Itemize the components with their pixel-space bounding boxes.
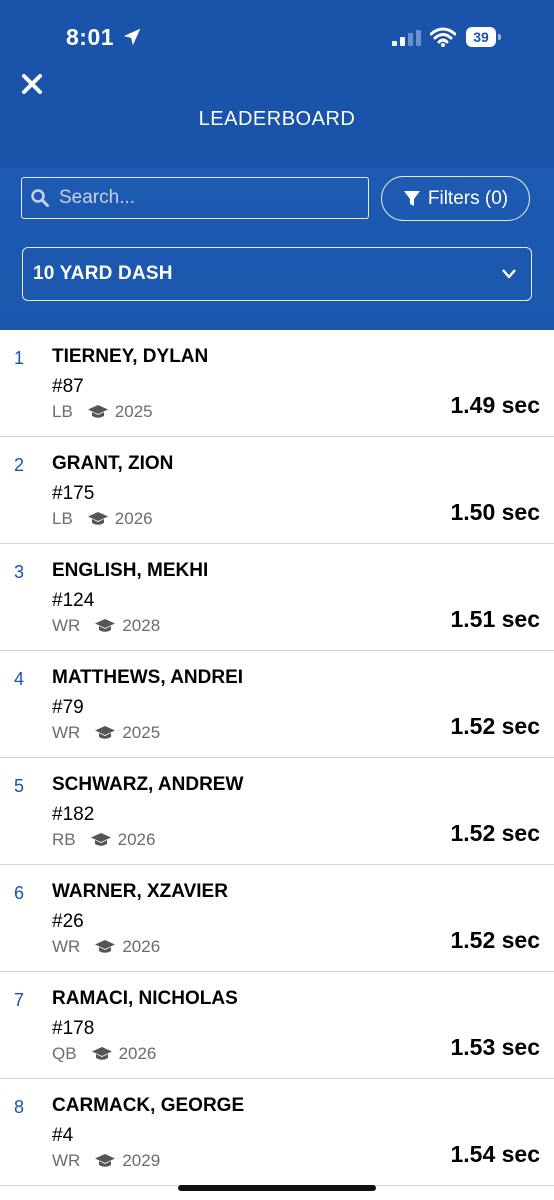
athlete-name: ENGLISH, MEKHI (52, 560, 209, 581)
class-year: 2029 (122, 1151, 161, 1170)
battery-nub (498, 34, 501, 40)
result-time: 1.50 sec (450, 499, 540, 525)
position: WR (52, 937, 81, 956)
athlete-name: RAMACI, NICHOLAS (52, 988, 238, 1009)
athlete-meta: LB 2026 (52, 509, 153, 529)
list-item[interactable]: 4 MATTHEWS, ANDREI #79 WR 2025 1.52 sec (0, 651, 554, 758)
jersey-number: #4 (52, 1125, 74, 1146)
graduation-cap-icon (91, 1047, 112, 1060)
filter-icon (403, 190, 420, 206)
graduation-cap-icon (90, 833, 111, 846)
event-selected-value: 10 YARD DASH (33, 263, 173, 284)
graduation-cap-icon (95, 1154, 116, 1167)
position: QB (52, 1044, 77, 1063)
location-arrow-icon (123, 28, 141, 46)
graduation-cap-icon (95, 726, 116, 739)
list-item[interactable]: 2 GRANT, ZION #175 LB 2026 1.50 sec (0, 437, 554, 544)
filters-button[interactable]: Filters (0) (381, 176, 530, 221)
result-time: 1.52 sec (450, 927, 540, 953)
battery-percent: 39 (473, 29, 489, 45)
leaderboard-list: 1 TIERNEY, DYLAN #87 LB 2025 1.49 sec 2 … (0, 330, 554, 1186)
result-time: 1.52 sec (450, 713, 540, 739)
jersey-number: #182 (52, 804, 95, 825)
class-year: 2026 (122, 937, 161, 956)
search-input[interactable] (59, 187, 349, 209)
jersey-number: #178 (52, 1018, 95, 1039)
athlete-name: WARNER, XZAVIER (52, 881, 228, 902)
jersey-number: #124 (52, 590, 95, 611)
result-time: 1.51 sec (450, 606, 540, 632)
rank-number: 3 (14, 562, 25, 582)
header: 8:01 39 LEADERBOARD Filters (0) (0, 0, 554, 330)
result-time: 1.49 sec (450, 392, 540, 418)
athlete-meta: QB 2026 (52, 1044, 156, 1064)
list-item[interactable]: 6 WARNER, XZAVIER #26 WR 2026 1.52 sec (0, 865, 554, 972)
graduation-cap-icon (95, 940, 116, 953)
graduation-cap-icon (95, 619, 116, 632)
list-item[interactable]: 3 ENGLISH, MEKHI #124 WR 2028 1.51 sec (0, 544, 554, 651)
cellular-signal-icon (392, 30, 421, 46)
search-icon (31, 189, 49, 207)
jersey-number: #87 (52, 376, 84, 397)
rank-number: 6 (14, 883, 25, 903)
rank-number: 8 (14, 1097, 25, 1117)
athlete-meta: WR 2028 (52, 616, 160, 636)
home-indicator (178, 1185, 376, 1191)
athlete-meta: WR 2029 (52, 1151, 160, 1171)
athlete-name: SCHWARZ, ANDREW (52, 774, 244, 795)
graduation-cap-icon (87, 512, 108, 525)
position: LB (52, 402, 73, 421)
position: RB (52, 830, 76, 849)
class-year: 2025 (122, 723, 161, 742)
graduation-cap-icon (87, 405, 108, 418)
list-item[interactable]: 7 RAMACI, NICHOLAS #178 QB 2026 1.53 sec (0, 972, 554, 1079)
athlete-meta: RB 2026 (52, 830, 155, 850)
jersey-number: #175 (52, 483, 95, 504)
filters-label: Filters (0) (427, 187, 509, 209)
athlete-meta: WR 2025 (52, 723, 160, 743)
position: WR (52, 723, 81, 742)
battery-level: 39 (466, 27, 496, 47)
position: LB (52, 509, 73, 528)
athlete-meta: LB 2025 (52, 402, 153, 422)
jersey-number: #79 (52, 697, 84, 718)
status-time: 8:01 (66, 24, 115, 50)
wifi-icon (430, 27, 456, 47)
jersey-number: #26 (52, 911, 84, 932)
class-year: 2028 (122, 616, 161, 635)
list-item[interactable]: 5 SCHWARZ, ANDREW #182 RB 2026 1.52 sec (0, 758, 554, 865)
rank-number: 1 (14, 348, 25, 368)
rank-number: 5 (14, 776, 25, 796)
position: WR (52, 616, 81, 635)
rank-number: 4 (14, 669, 25, 689)
class-year: 2025 (114, 402, 153, 421)
chevron-down-icon (502, 269, 516, 279)
result-time: 1.54 sec (450, 1141, 540, 1167)
battery-icon: 39 (466, 27, 501, 47)
page-title: LEADERBOARD (198, 108, 356, 130)
athlete-name: GRANT, ZION (52, 453, 174, 474)
list-item[interactable]: 1 TIERNEY, DYLAN #87 LB 2025 1.49 sec (0, 330, 554, 437)
athlete-meta: WR 2026 (52, 937, 160, 957)
athlete-name: CARMACK, GEORGE (52, 1095, 245, 1116)
athlete-name: TIERNEY, DYLAN (52, 346, 209, 367)
athlete-name: MATTHEWS, ANDREI (52, 667, 244, 688)
class-year: 2026 (118, 1044, 157, 1063)
rank-number: 7 (14, 990, 25, 1010)
rank-number: 2 (14, 455, 25, 475)
result-time: 1.52 sec (450, 820, 540, 846)
class-year: 2026 (117, 830, 156, 849)
list-item[interactable]: 8 CARMACK, GEORGE #4 WR 2029 1.54 sec (0, 1079, 554, 1186)
search-box[interactable] (21, 177, 369, 219)
class-year: 2026 (114, 509, 153, 528)
result-time: 1.53 sec (450, 1034, 540, 1060)
position: WR (52, 1151, 81, 1170)
event-dropdown[interactable]: 10 YARD DASH (22, 247, 532, 301)
close-icon[interactable] (20, 72, 44, 96)
